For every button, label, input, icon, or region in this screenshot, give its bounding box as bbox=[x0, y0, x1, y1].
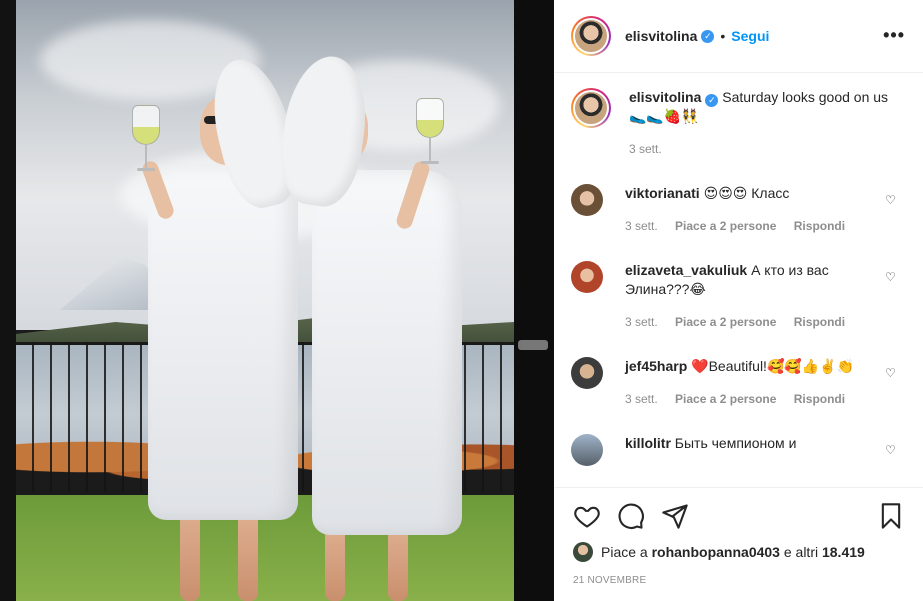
comment-username[interactable]: viktorianati bbox=[625, 185, 700, 201]
comment-meta: 3 sett. Piace a 2 persone Rispondi bbox=[625, 313, 875, 332]
commenter-avatar[interactable] bbox=[571, 261, 603, 293]
comment-body: viktorianati 😍😍😍 Класс 3 sett. Piace a 2… bbox=[625, 184, 875, 236]
reply-button[interactable]: Rispondi bbox=[794, 392, 845, 406]
comment-time[interactable]: 3 sett. bbox=[625, 315, 658, 329]
commenter-avatar[interactable] bbox=[571, 184, 603, 216]
verified-badge-icon: ✓ bbox=[701, 29, 715, 43]
caption-username[interactable]: elisvitolina bbox=[629, 89, 701, 105]
commenter-avatar[interactable] bbox=[571, 357, 603, 389]
comment-likes[interactable]: Piace a 2 persone bbox=[675, 219, 776, 233]
likes-summary: Piace a rohanbopanna0403 e altri 18.419 bbox=[573, 542, 865, 562]
more-options-icon[interactable]: ••• bbox=[883, 26, 905, 44]
door-frame-left bbox=[0, 0, 16, 601]
caption-meta: 3 sett. bbox=[629, 140, 889, 159]
comment-time[interactable]: 3 sett. bbox=[625, 392, 658, 406]
comment-likes[interactable]: Piace a 2 persone bbox=[675, 315, 776, 329]
post-date[interactable]: 21 NOVEMBRE bbox=[573, 575, 646, 586]
comment-meta: 3 sett. Piace a 2 persone Rispondi bbox=[625, 217, 875, 236]
comment-username[interactable]: killolitr bbox=[625, 435, 671, 451]
liker-username[interactable]: rohanbopanna0403 bbox=[652, 544, 780, 560]
bathrobe bbox=[312, 170, 462, 535]
separator-dot: • bbox=[720, 28, 726, 44]
likes-prefix: Piace a bbox=[601, 544, 648, 560]
post-side-panel: elisvitolina ✓ • Segui ••• elisvitolina ✓… bbox=[555, 0, 923, 601]
caption-time[interactable]: 3 sett. bbox=[629, 142, 662, 156]
comment-likes[interactable]: Piace a 2 persone bbox=[675, 392, 776, 406]
follow-button[interactable]: Segui bbox=[731, 28, 769, 44]
comment-body: killolitr Быть чемпионом и bbox=[625, 434, 875, 466]
wine-glass bbox=[416, 98, 444, 168]
comment-item: viktorianati 😍😍😍 Класс 3 sett. Piace a 2… bbox=[571, 184, 907, 236]
post-actions-bar bbox=[555, 487, 923, 543]
heart-icon[interactable]: ♡ bbox=[885, 367, 897, 379]
door-frame-right bbox=[514, 0, 554, 601]
reply-button[interactable]: Rispondi bbox=[794, 315, 845, 329]
post-caption: elisvitolina ✓ Saturday looks good on us … bbox=[571, 88, 907, 159]
comment-username[interactable]: elizaveta_vakuliuk bbox=[625, 262, 747, 278]
verified-badge-icon: ✓ bbox=[705, 94, 719, 107]
heart-icon[interactable]: ♡ bbox=[885, 194, 897, 206]
comment-time[interactable]: 3 sett. bbox=[625, 219, 658, 233]
comment-item: elizaveta_vakuliuk А кто из вас Элина???… bbox=[571, 261, 907, 332]
reply-button[interactable]: Rispondi bbox=[794, 219, 845, 233]
commenter-avatar[interactable] bbox=[571, 434, 603, 466]
comment-text: ❤️Beautiful!🥰🥰👍✌️👏 bbox=[691, 358, 855, 374]
door-handle bbox=[518, 340, 548, 350]
comment-username[interactable]: jef45harp bbox=[625, 358, 687, 374]
author-username[interactable]: elisvitolina bbox=[625, 28, 697, 44]
comment-item: killolitr Быть чемпионом и ♡ bbox=[571, 434, 907, 466]
comment-text: 😍😍😍 Класс bbox=[703, 185, 790, 201]
comment-bubble-icon[interactable] bbox=[617, 502, 645, 530]
caption-body: elisvitolina ✓ Saturday looks good on us … bbox=[629, 88, 889, 159]
bookmark-icon[interactable] bbox=[877, 502, 905, 530]
caption-avatar[interactable] bbox=[571, 88, 611, 128]
bathrobe bbox=[148, 165, 298, 520]
comment-body: jef45harp ❤️Beautiful!🥰🥰👍✌️👏 3 sett. Pia… bbox=[625, 357, 875, 409]
heart-icon[interactable] bbox=[573, 502, 601, 530]
paper-plane-icon[interactable] bbox=[661, 502, 689, 530]
likes-count[interactable]: 18.419 bbox=[822, 544, 865, 560]
comment-text: Быть чемпионом и bbox=[674, 435, 797, 451]
author-avatar[interactable] bbox=[571, 16, 611, 56]
wine-glass bbox=[132, 105, 160, 175]
instagram-post: elisvitolina ✓ • Segui ••• elisvitolina ✓… bbox=[0, 0, 923, 601]
post-photo[interactable] bbox=[0, 0, 554, 601]
likes-suffix: e altri bbox=[783, 544, 819, 560]
post-header: elisvitolina ✓ • Segui ••• bbox=[555, 0, 923, 73]
heart-icon[interactable]: ♡ bbox=[885, 444, 897, 456]
liker-avatar[interactable] bbox=[573, 542, 593, 562]
comment-body: elizaveta_vakuliuk А кто из вас Элина???… bbox=[625, 261, 875, 332]
comment-meta: 3 sett. Piace a 2 persone Rispondi bbox=[625, 390, 875, 409]
comment-item: jef45harp ❤️Beautiful!🥰🥰👍✌️👏 3 sett. Pia… bbox=[571, 357, 907, 409]
heart-icon[interactable]: ♡ bbox=[885, 271, 897, 283]
comments-list[interactable]: elisvitolina ✓ Saturday looks good on us … bbox=[555, 74, 923, 486]
